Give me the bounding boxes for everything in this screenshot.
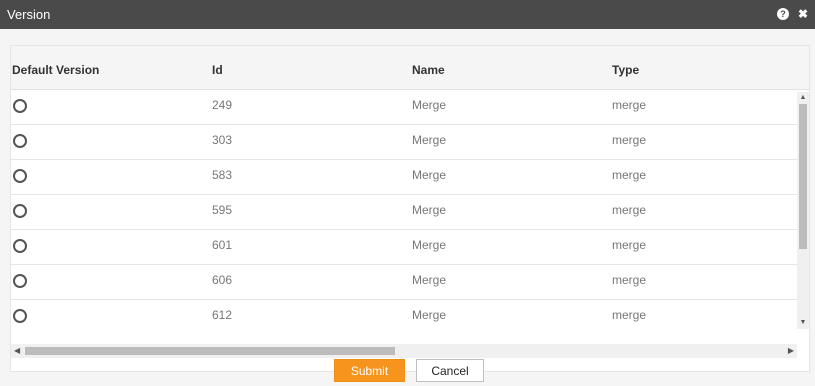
submit-button[interactable]: Submit: [334, 359, 405, 382]
cell-name: Merge: [412, 238, 447, 252]
cell-type: merge: [612, 98, 647, 112]
vertical-scroll-thumb[interactable]: [799, 104, 807, 249]
horizontal-scrollbar[interactable]: ◀ ▶: [11, 344, 797, 358]
cell-type: merge: [612, 133, 647, 147]
dialog-titlebar: Version ? ✖: [0, 0, 815, 29]
cell-id: 601: [212, 238, 233, 252]
cell-type: merge: [612, 238, 647, 252]
help-icon[interactable]: ?: [777, 8, 789, 20]
table-row[interactable]: 583 Merge merge: [11, 160, 797, 195]
cell-id: 606: [212, 273, 233, 287]
default-version-radio[interactable]: [13, 169, 27, 183]
cell-name: Merge: [412, 273, 447, 287]
default-version-radio[interactable]: [13, 134, 27, 148]
scroll-left-icon[interactable]: ◀: [14, 347, 20, 355]
cell-id: 249: [212, 98, 233, 112]
cell-id: 583: [212, 168, 233, 182]
default-version-radio[interactable]: [13, 239, 27, 253]
grid-header: Default Version Id Name Type: [11, 46, 809, 90]
table-row[interactable]: 612 Merge merge: [11, 300, 797, 330]
version-grid: Default Version Id Name Type 249 Merge m…: [10, 45, 810, 372]
cell-type: merge: [612, 273, 647, 287]
table-row[interactable]: 606 Merge merge: [11, 265, 797, 300]
vertical-scrollbar[interactable]: ▲ ▼: [797, 92, 809, 329]
cell-type: merge: [612, 168, 647, 182]
table-row[interactable]: 595 Merge merge: [11, 195, 797, 230]
header-type[interactable]: Type: [612, 63, 639, 77]
horizontal-scroll-thumb[interactable]: [25, 347, 395, 355]
scroll-right-icon[interactable]: ▶: [788, 347, 794, 355]
table-row[interactable]: 303 Merge merge: [11, 125, 797, 160]
cell-id: 595: [212, 203, 233, 217]
default-version-radio[interactable]: [13, 204, 27, 218]
cell-name: Merge: [412, 168, 447, 182]
titlebar-icons: ? ✖: [777, 8, 809, 20]
close-icon[interactable]: ✖: [797, 8, 809, 20]
dialog-title: Version: [7, 7, 51, 22]
cell-name: Merge: [412, 203, 447, 217]
header-id[interactable]: Id: [212, 63, 223, 77]
table-row[interactable]: 249 Merge merge: [11, 90, 797, 125]
default-version-radio[interactable]: [13, 309, 27, 323]
header-name[interactable]: Name: [412, 63, 445, 77]
scroll-up-icon[interactable]: ▲: [799, 94, 807, 102]
default-version-radio[interactable]: [13, 99, 27, 113]
cell-type: merge: [612, 308, 647, 322]
dialog-body: Default Version Id Name Type 249 Merge m…: [0, 29, 815, 386]
cell-id: 303: [212, 133, 233, 147]
cell-name: Merge: [412, 98, 447, 112]
cancel-button[interactable]: Cancel: [416, 359, 484, 382]
cell-id: 612: [212, 308, 233, 322]
scroll-down-icon[interactable]: ▼: [799, 319, 807, 327]
cell-name: Merge: [412, 133, 447, 147]
cell-name: Merge: [412, 308, 447, 322]
default-version-radio[interactable]: [13, 274, 27, 288]
header-default-version[interactable]: Default Version: [12, 63, 99, 77]
grid-rows: 249 Merge merge 303 Merge merge 583 Merg…: [11, 90, 797, 330]
table-row[interactable]: 601 Merge merge: [11, 230, 797, 265]
cell-type: merge: [612, 203, 647, 217]
